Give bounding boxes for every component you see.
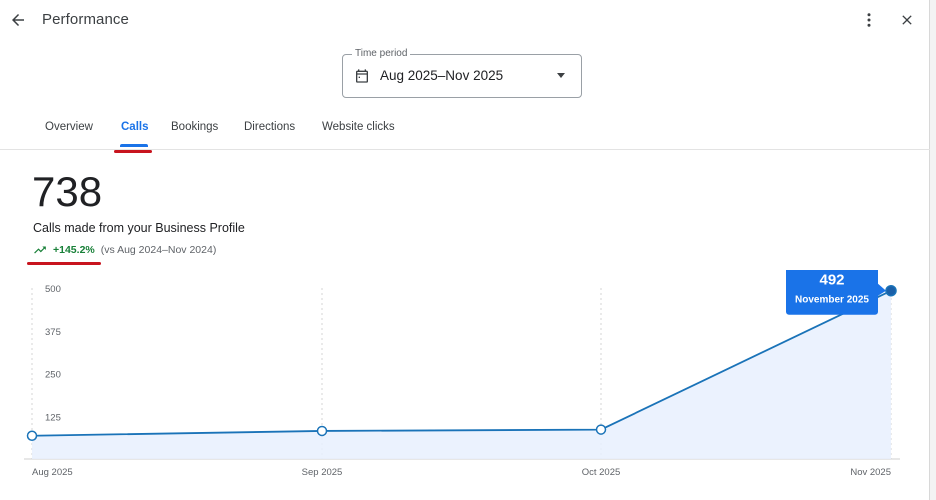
y-tick-label: 250 bbox=[45, 370, 61, 381]
back-button[interactable] bbox=[6, 8, 30, 32]
y-tick-label: 125 bbox=[45, 412, 61, 423]
y-tick-label: 375 bbox=[45, 327, 61, 338]
data-point bbox=[595, 424, 607, 435]
more-vert-icon bbox=[867, 13, 871, 27]
dropdown-caret-icon bbox=[557, 73, 565, 78]
page-title: Performance bbox=[42, 11, 129, 28]
arrow-back-icon bbox=[12, 14, 24, 26]
tab-calls[interactable]: Calls bbox=[121, 121, 149, 133]
tab-website-clicks[interactable]: Website clicks bbox=[322, 121, 395, 133]
change-percent: +145.2% bbox=[53, 244, 95, 256]
calls-total: 738 bbox=[32, 168, 103, 215]
x-tick-label: Nov 2025 bbox=[850, 467, 891, 478]
active-tab-indicator bbox=[120, 144, 148, 147]
tab-bookings[interactable]: Bookings bbox=[171, 121, 218, 133]
close-icon bbox=[902, 15, 912, 25]
tab-overview[interactable]: Overview bbox=[45, 121, 93, 133]
performance-panel: Performance Time period Aug 2025–Nov 202… bbox=[0, 0, 930, 500]
time-period-label: Time period bbox=[352, 48, 411, 60]
close-button[interactable] bbox=[895, 8, 919, 32]
time-period-value: Aug 2025–Nov 2025 bbox=[380, 68, 504, 83]
tab-directions[interactable]: Directions bbox=[244, 121, 295, 133]
calendar-icon bbox=[356, 69, 368, 83]
calls-chart-svg: 125 250 375 500 Aug 2025 Sep 2025 Oct 2025 Nov … bbox=[24, 270, 900, 478]
calls-chart: 125 250 375 500 Aug 2025 Sep 2025 Oct 2025 Nov … bbox=[0, 270, 930, 485]
tooltip-label: November 2025 bbox=[795, 295, 869, 306]
tab-bar: Overview Calls Bookings Directions Websi… bbox=[0, 113, 930, 153]
trending-up-icon bbox=[34, 246, 46, 254]
y-tick-label: 500 bbox=[45, 284, 61, 295]
data-point bbox=[26, 430, 38, 441]
tooltip-value: 492 bbox=[819, 272, 844, 289]
x-tick-label: Oct 2025 bbox=[582, 467, 621, 478]
x-tick-label: Aug 2025 bbox=[32, 467, 73, 478]
red-underline-mark bbox=[114, 150, 152, 153]
data-point bbox=[885, 284, 897, 297]
red-underline-mark bbox=[27, 262, 101, 265]
metric-caption: Calls made from your Business Profile bbox=[33, 221, 245, 235]
window-edge bbox=[930, 0, 936, 500]
time-period-select[interactable]: Time period Aug 2025–Nov 2025 bbox=[342, 48, 582, 98]
change-row: +145.2% (vs Aug 2024–Nov 2024) bbox=[33, 242, 216, 258]
data-point bbox=[316, 425, 328, 437]
header: Performance bbox=[0, 0, 930, 40]
comparison-range: (vs Aug 2024–Nov 2024) bbox=[100, 244, 217, 256]
x-tick-label: Sep 2025 bbox=[302, 467, 343, 478]
more-options-button[interactable] bbox=[857, 8, 881, 32]
